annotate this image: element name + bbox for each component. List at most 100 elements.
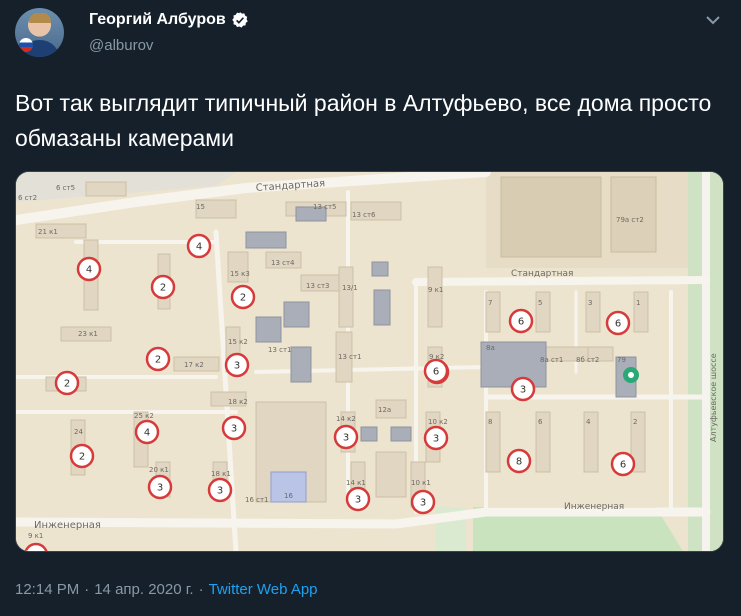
camera-count-marker: 2 [69, 443, 95, 469]
building-number-label: 24 [74, 428, 83, 436]
building-number-label: 12а [378, 406, 391, 414]
camera-count-value: 2 [160, 283, 166, 294]
street-label: Инженерная [34, 520, 101, 531]
building-number-label: 10 к1 [411, 479, 431, 487]
avatar-hair [29, 13, 51, 23]
building-number-label: 13 ст1 [268, 346, 292, 354]
camera-count-marker: 6 [423, 358, 449, 384]
building-number-label: 3 [588, 299, 592, 307]
building-number-label: 16 [284, 492, 293, 500]
building-number-label: 23 к1 [78, 330, 98, 338]
camera-count-marker: 3 [333, 424, 359, 450]
tweet-time[interactable]: 12:14 PM [15, 581, 79, 598]
building-number-label: 4 [586, 418, 591, 426]
camera-count-marker: 3 [510, 376, 536, 402]
building-number-label: 8б ст2 [576, 356, 599, 364]
building-number-label: 13/1 [342, 284, 358, 292]
camera-count-value: 6 [433, 367, 439, 378]
building-number-label: 13 ст5 [313, 203, 337, 211]
camera-count-value: 3 [343, 433, 349, 444]
camera-count-value: 3 [433, 434, 439, 445]
camera-count-value: 6 [518, 317, 524, 328]
building-number-label: 15 к2 [228, 338, 248, 346]
camera-count-value: 2 [240, 293, 246, 304]
building-number-label: 79 [617, 356, 626, 364]
building-number-label: 18 к2 [228, 398, 248, 406]
building-number-label: 7 [488, 299, 492, 307]
camera-count-marker: 2 [54, 370, 80, 396]
street-label: Стандартная [511, 269, 573, 279]
author-name[interactable]: Георгий Албуров [89, 11, 226, 29]
building-number-label: 20 к1 [149, 466, 169, 474]
building-number-label: 15 [196, 203, 205, 211]
building-number-label: 6 [538, 418, 543, 426]
street-label: Инженерная [564, 502, 624, 512]
building-number-label: 8 [488, 418, 492, 426]
camera-count-marker: 3 [224, 352, 250, 378]
avatar-flag-icon [19, 38, 33, 52]
location-pin-icon [623, 367, 639, 383]
camera-count-value: 3 [420, 498, 426, 509]
building-number-label: 13 ст6 [352, 211, 376, 219]
camera-count-value: 8 [516, 457, 522, 468]
footer-separator: · [198, 581, 204, 598]
camera-count-value: 3 [355, 495, 361, 506]
building-number-label: 8а [486, 344, 495, 352]
map-image: СтандартнаяСтандартнаяИнженернаяИнженерн… [16, 172, 723, 553]
building-number-label: 79а ст2 [616, 216, 644, 224]
camera-count-value: 3 [217, 486, 223, 497]
camera-count-marker: 3 [147, 474, 173, 500]
building-number-label: 5 [538, 299, 542, 307]
building-number-label: 14 к1 [346, 479, 366, 487]
camera-count-marker: 6 [610, 451, 636, 477]
building-number-label: 18 к1 [211, 470, 231, 478]
camera-count-value: 4 [196, 242, 202, 253]
footer-separator: · [84, 581, 90, 598]
author-handle[interactable]: @alburov [89, 37, 153, 54]
camera-count-value: 4 [144, 428, 150, 439]
camera-count-value: 4 [86, 265, 92, 276]
tweet-footer: 12:14 PM · 14 апр. 2020 г. · Twitter Web… [15, 581, 318, 598]
tweet-date[interactable]: 14 апр. 2020 г. [94, 581, 193, 598]
camera-count-marker: 3 [410, 489, 436, 515]
camera-count-marker: 6 [508, 308, 534, 334]
camera-count-marker: 3 [345, 486, 371, 512]
building-number-label: 9 к1 [428, 286, 443, 294]
camera-count-marker: 3 [423, 425, 449, 451]
building-number-label: 2 [633, 418, 637, 426]
camera-count-marker: 6 [605, 310, 631, 336]
camera-count-value: 3 [234, 361, 240, 372]
camera-count-value: 2 [64, 379, 70, 390]
tweet-media-map[interactable]: Стандартная Стандартная Инженерная Инженерн… [15, 171, 724, 552]
building-number-label: 15 к3 [230, 270, 250, 278]
building-number-label: 10 к2 [428, 418, 448, 426]
camera-count-value: 2 [33, 551, 39, 553]
building-number-label: 1 [636, 299, 640, 307]
building-number-label: 9 к1 [28, 532, 43, 540]
building-number-label: 25 к2 [134, 412, 154, 420]
building-number-label: 16 ст1 [245, 496, 269, 504]
building-number-label: 8а ст1 [540, 356, 563, 364]
camera-count-marker: 2 [230, 284, 256, 310]
building-number-label: 13 ст3 [306, 282, 330, 290]
building-number-label: 13 ст4 [271, 259, 295, 267]
camera-count-marker: 4 [76, 256, 102, 282]
building-number-label: 21 к1 [38, 228, 58, 236]
source-app-link[interactable]: Twitter Web App [209, 581, 318, 598]
camera-count-value: 6 [615, 319, 621, 330]
chevron-down-icon[interactable] [703, 10, 723, 30]
camera-count-marker: 8 [506, 448, 532, 474]
camera-count-value: 3 [157, 483, 163, 494]
camera-count-value: 3 [231, 424, 237, 435]
author-avatar[interactable] [15, 8, 64, 57]
building-number-label: 14 к2 [336, 415, 356, 423]
camera-count-value: 6 [620, 460, 626, 471]
camera-count-marker: 2 [145, 346, 171, 372]
camera-count-marker: 3 [207, 477, 233, 503]
building-number-label: 17 к2 [184, 361, 204, 369]
tweet-text: Вот так выглядит типичный район в Алтуфь… [15, 90, 712, 151]
author-name-row[interactable]: Георгий Албуров [89, 11, 249, 29]
building-number-label: 6 ст2 [18, 194, 37, 202]
building-number-label: 13 ст1 [338, 353, 362, 361]
camera-count-value: 2 [155, 355, 161, 366]
